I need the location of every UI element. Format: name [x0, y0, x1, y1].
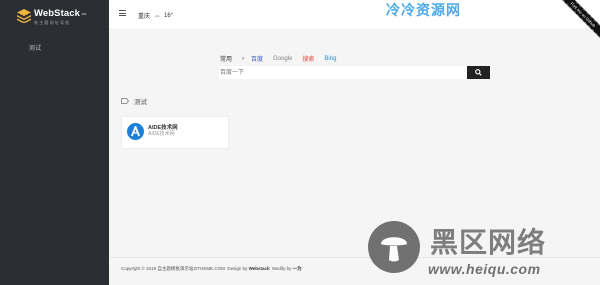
logo-sup: .cc [81, 11, 87, 16]
menu-toggle-icon[interactable] [119, 10, 126, 16]
watermark-bottom-url: www.heiqu.com [428, 261, 541, 277]
search-button[interactable] [467, 66, 490, 79]
logo[interactable]: WebStack.cc 有主题网址导航 [17, 8, 86, 26]
sidebar: WebStack.cc 有主题网址导航 测试 [0, 0, 109, 285]
github-ribbon-label: Fork me on Github [560, 0, 600, 40]
github-ribbon[interactable]: Fork me on Github [560, 0, 600, 40]
top-bar: 重庆 ☁ 16° [109, 0, 600, 30]
footer-design-by: Design by [227, 266, 248, 271]
chevron-right-icon: › [242, 55, 245, 62]
footer: Copyright © 2019 自主题模板演示站ZITHEME.COM Des… [121, 266, 302, 272]
layers-icon [17, 9, 31, 23]
weather-temperature: 16° [164, 12, 174, 19]
cloud-icon: ☁ [154, 13, 161, 19]
tab-common[interactable]: 常用 [220, 54, 232, 63]
tab-baidu[interactable]: 百度 [251, 54, 263, 63]
weather-widget: 重庆 ☁ 16° [138, 11, 174, 21]
footer-modify-by: Modify by [272, 266, 292, 271]
watermark-bottom-title: 黑区网络 [430, 227, 547, 258]
section-heading: 测试 [121, 96, 147, 106]
tab-bing[interactable]: Bing [324, 56, 336, 62]
search-engine-tabs: 常用 › 百度 Google 搜索 Bing [220, 54, 346, 64]
section-title: 测试 [134, 99, 147, 106]
mushroom-watermark-icon [368, 221, 420, 273]
footer-modify-link[interactable]: 一为 [293, 266, 302, 271]
tab-google[interactable]: Google [273, 56, 292, 62]
sidebar-item-test[interactable]: 测试 [29, 43, 41, 52]
search-icon [475, 69, 482, 76]
card-description: AIDE技术网 [148, 131, 175, 137]
weather-city: 重庆 [138, 14, 151, 20]
search-input[interactable] [219, 66, 467, 79]
tag-icon [121, 98, 129, 104]
logo-subtitle: 有主题网址导航 [34, 20, 71, 25]
footer-copyright: Copyright © 2019 自主题模板演示站ZITHEME.COM [121, 266, 225, 271]
footer-design-link[interactable]: Webstack [249, 266, 270, 271]
logo-text: WebStack [34, 8, 81, 19]
site-card[interactable]: AIDE技术网 AIDE技术网 [121, 116, 229, 149]
aide-logo-icon [127, 123, 144, 140]
tab-sogou[interactable]: 搜索 [302, 54, 314, 63]
watermark-top: 冷冷资源网 [386, 2, 461, 18]
